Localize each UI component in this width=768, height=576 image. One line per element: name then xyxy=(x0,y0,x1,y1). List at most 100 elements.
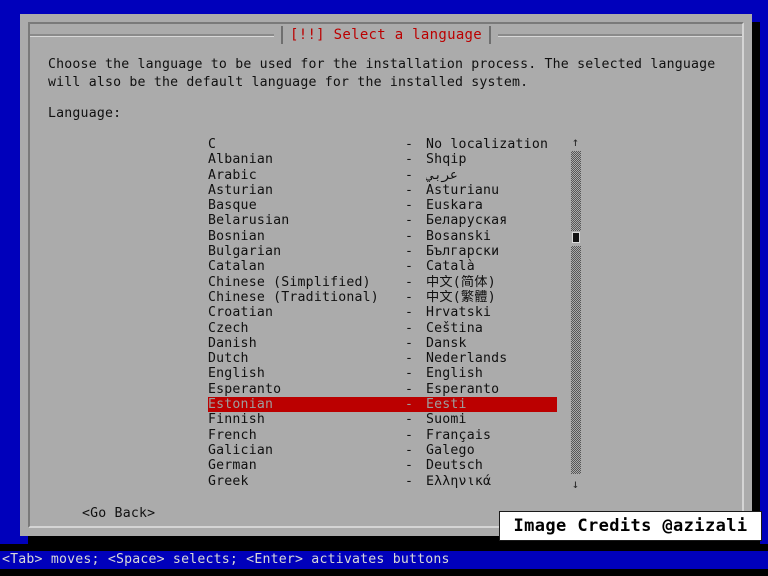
language-name-native: عربي xyxy=(426,167,458,183)
language-name-english: English xyxy=(208,366,265,382)
language-name-native: Euskara xyxy=(426,198,483,214)
language-name-native: Suomi xyxy=(426,412,467,428)
language-separator: - xyxy=(405,198,414,214)
language-list-scrollbar[interactable]: ↑ ↓ xyxy=(569,136,582,491)
language-name-native: Dansk xyxy=(426,335,467,351)
language-separator: - xyxy=(405,381,414,397)
language-separator: - xyxy=(405,137,414,152)
language-name-english: Greek xyxy=(208,473,249,489)
status-bar: <Tab> moves; <Space> selects; <Enter> ac… xyxy=(0,551,768,569)
scrollbar-trough-upper[interactable] xyxy=(571,151,581,231)
language-name-native: Català xyxy=(426,259,475,275)
language-separator: - xyxy=(405,442,414,458)
language-name-native: Eesti xyxy=(426,397,467,413)
language-list-item[interactable]: Asturian - Asturianu xyxy=(208,183,557,198)
select-language-dialog: [!!] Select a language Choose the langua… xyxy=(20,14,762,541)
language-list-item[interactable]: Galician - Galego xyxy=(208,443,557,458)
scrollbar-thumb[interactable] xyxy=(572,232,580,243)
language-separator: - xyxy=(405,259,414,275)
language-separator: - xyxy=(405,274,414,290)
language-name-native: No localization xyxy=(426,137,549,152)
language-separator: - xyxy=(405,397,414,413)
language-name-english: Arabic xyxy=(208,167,257,183)
language-name-native: Bosanski xyxy=(426,228,492,244)
language-list-item[interactable]: Czech - Čeština xyxy=(208,321,557,336)
language-separator: - xyxy=(405,351,414,367)
language-name-english: C xyxy=(208,137,217,152)
dialog-title: [!!] Select a language xyxy=(289,27,483,43)
title-cap-left xyxy=(280,26,283,44)
language-list-item[interactable]: Catalan - Català xyxy=(208,259,557,274)
language-separator: - xyxy=(405,244,414,260)
language-name-native: 中文(繁體) xyxy=(426,289,496,305)
language-list-item[interactable]: Chinese (Traditional) - 中文(繁體) xyxy=(208,290,557,305)
language-list-item[interactable]: Chinese (Simplified) - 中文(简体) xyxy=(208,275,557,290)
language-list[interactable]: C - No localization Albanian - Shqip Arabic - عر… xyxy=(208,137,557,489)
language-list-item[interactable]: Esperanto - Esperanto xyxy=(208,382,557,397)
language-separator: - xyxy=(405,335,414,351)
language-separator: - xyxy=(405,213,414,229)
status-bar-text: <Tab> moves; <Space> selects; <Enter> ac… xyxy=(2,552,450,567)
language-name-native: Ελληνικά xyxy=(426,473,492,489)
language-separator: - xyxy=(405,182,414,198)
language-list-item[interactable]: Dutch - Nederlands xyxy=(208,351,557,366)
language-separator: - xyxy=(405,305,414,321)
language-list-item[interactable]: Belarusian - Беларуская xyxy=(208,213,557,228)
language-name-native: Deutsch xyxy=(426,458,483,474)
language-separator: - xyxy=(405,366,414,382)
language-name-english: German xyxy=(208,458,257,474)
language-name-native: Български xyxy=(426,244,500,260)
language-list-item[interactable]: Bulgarian - Български xyxy=(208,244,557,259)
language-name-english: Finnish xyxy=(208,412,265,428)
language-separator: - xyxy=(405,289,414,305)
title-rule-right xyxy=(498,33,743,37)
language-list-item[interactable]: English - English xyxy=(208,366,557,381)
language-name-english: Esperanto xyxy=(208,381,282,397)
language-list-item[interactable]: Croatian - Hrvatski xyxy=(208,305,557,320)
language-name-native: Galego xyxy=(426,442,475,458)
language-list-item[interactable]: German - Deutsch xyxy=(208,458,557,473)
language-separator: - xyxy=(405,412,414,428)
language-separator: - xyxy=(405,427,414,443)
language-name-english: Bulgarian xyxy=(208,244,282,260)
language-label: Language: xyxy=(48,106,122,121)
language-list-item[interactable]: C - No localization xyxy=(208,137,557,152)
scroll-up-arrow-icon[interactable]: ↑ xyxy=(569,136,582,149)
language-name-english: Chinese (Traditional) xyxy=(208,289,379,305)
language-name-english: Basque xyxy=(208,198,257,214)
language-name-english: Danish xyxy=(208,335,257,351)
language-list-item[interactable]: French - Français xyxy=(208,428,557,443)
scrollbar-trough-lower[interactable] xyxy=(571,246,581,474)
language-name-english: Chinese (Simplified) xyxy=(208,274,371,290)
language-list-item[interactable]: Danish - Dansk xyxy=(208,336,557,351)
language-separator: - xyxy=(405,167,414,183)
language-list-item[interactable]: Estonian - Eesti xyxy=(208,397,557,413)
language-name-english: Croatian xyxy=(208,305,274,321)
language-name-native: Esperanto xyxy=(426,381,500,397)
language-name-native: Hrvatski xyxy=(426,305,492,321)
language-name-native: Asturianu xyxy=(426,182,500,198)
scroll-down-arrow-icon[interactable]: ↓ xyxy=(569,478,582,491)
language-name-native: Čeština xyxy=(426,320,483,336)
language-name-english: Czech xyxy=(208,320,249,336)
language-name-english: Catalan xyxy=(208,259,265,275)
language-name-native: Nederlands xyxy=(426,351,508,367)
language-name-english: Galician xyxy=(208,442,274,458)
language-list-item[interactable]: Bosnian - Bosanski xyxy=(208,229,557,244)
language-list-item[interactable]: Basque - Euskara xyxy=(208,198,557,213)
language-name-english: Dutch xyxy=(208,351,249,367)
go-back-button[interactable]: <Go Back> xyxy=(82,506,155,522)
language-separator: - xyxy=(405,152,414,168)
language-list-item[interactable]: Arabic - عربي xyxy=(208,168,557,183)
language-name-english: French xyxy=(208,427,257,443)
language-list-item[interactable]: Albanian - Shqip xyxy=(208,152,557,167)
language-separator: - xyxy=(405,473,414,489)
language-separator: - xyxy=(405,458,414,474)
language-name-native: Беларуская xyxy=(426,213,508,229)
title-rule-left xyxy=(30,33,274,37)
screen-black-footer xyxy=(0,569,768,576)
intro-text: Choose the language to be used for the i… xyxy=(48,57,724,90)
language-name-english: Asturian xyxy=(208,182,274,198)
language-list-item[interactable]: Finnish - Suomi xyxy=(208,412,557,427)
language-list-item[interactable]: Greek - Ελληνικά xyxy=(208,474,557,489)
